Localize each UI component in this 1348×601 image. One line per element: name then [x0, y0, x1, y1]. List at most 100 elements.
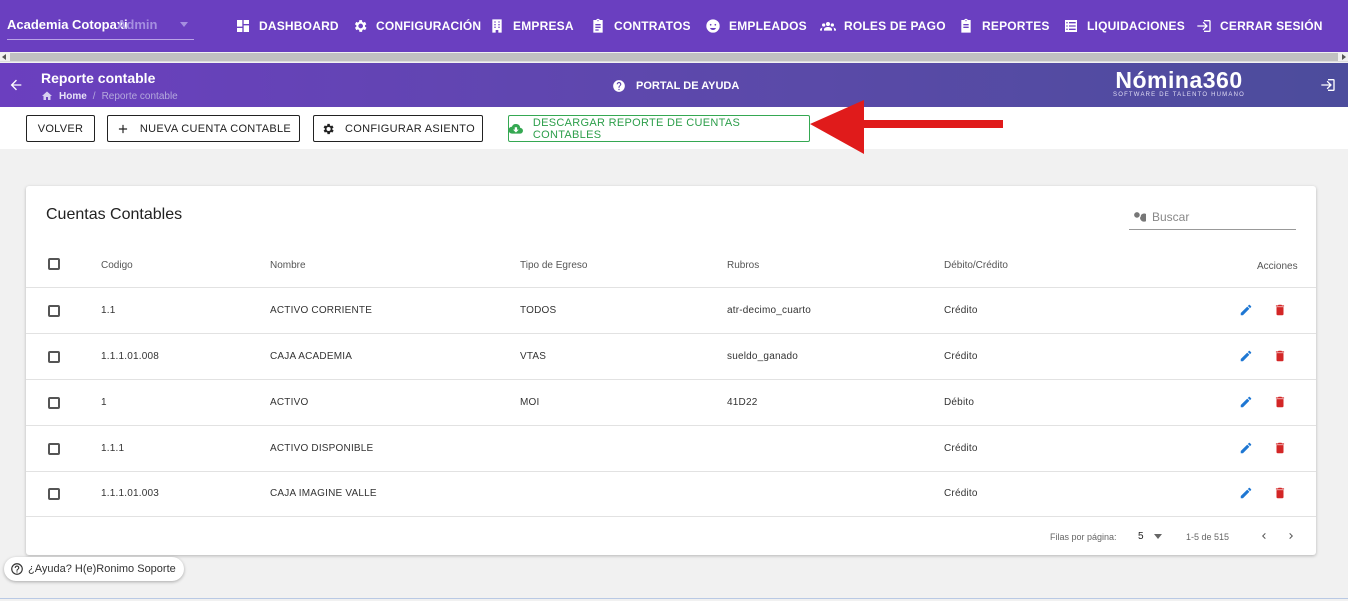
edit-button[interactable] [1239, 441, 1253, 455]
col-header-type[interactable]: Tipo de Egreso [520, 260, 587, 271]
cell-items: atr-decimo_cuarto [727, 305, 811, 316]
delete-button[interactable] [1273, 486, 1287, 500]
table-pagination: Filas por página: 5 1-5 de 515 [26, 516, 1316, 555]
row-checkbox[interactable] [48, 488, 60, 500]
gear-icon [323, 123, 334, 134]
cell-type: TODOS [520, 305, 557, 316]
breadcrumb: Home / Reporte contable [41, 90, 178, 102]
nav-roles-de-pago[interactable]: ROLES DE PAGO [820, 16, 946, 36]
col-header-code[interactable]: Codigo [101, 260, 133, 271]
cell-dc: Crédito [944, 351, 978, 362]
cell-type: VTAS [520, 351, 547, 362]
table-row: 1.1.1.01.003 CAJA IMAGINE VALLE Crédito [26, 471, 1316, 516]
trash-icon [1275, 487, 1285, 499]
new-account-button[interactable]: NUEVA CUENTA CONTABLE [107, 115, 300, 142]
trash-icon [1275, 442, 1285, 454]
logout-button[interactable] [1320, 77, 1336, 93]
row-checkbox[interactable] [48, 305, 60, 317]
search-field[interactable] [1129, 204, 1296, 230]
cell-name: ACTIVO CORRIENTE [270, 305, 373, 316]
delete-button[interactable] [1273, 441, 1287, 455]
help-portal-link[interactable]: PORTAL DE AYUDA [612, 79, 739, 93]
logout-icon [1321, 79, 1335, 91]
edit-button[interactable] [1239, 303, 1253, 317]
bottom-divider [0, 598, 1348, 599]
assignment-icon [961, 18, 971, 33]
row-checkbox[interactable] [48, 397, 60, 409]
nav-contratos[interactable]: CONTRATOS [590, 16, 691, 36]
nav-cerrar-sesion[interactable]: CERRAR SESIÓN [1196, 16, 1323, 36]
cell-name: CAJA IMAGINE VALLE [270, 488, 377, 499]
rows-per-page-label: Filas por página: [1050, 532, 1117, 542]
col-header-actions: Acciones [1257, 261, 1298, 272]
nav-dashboard-label: DASHBOARD [259, 19, 339, 33]
horizontal-scrollbar[interactable] [0, 52, 1348, 62]
prev-page-button[interactable] [1258, 530, 1270, 542]
breadcrumb-separator: / [92, 90, 96, 102]
nav-dashboard[interactable]: DASHBOARD [235, 16, 339, 36]
cell-dc: Crédito [944, 488, 978, 499]
nav-configuracion[interactable]: CONFIGURACIÓN [352, 16, 481, 36]
arrow-left-icon [10, 79, 22, 91]
cell-name: ACTIVO [270, 397, 309, 408]
back-button[interactable]: VOLVER [26, 115, 95, 142]
row-checkbox[interactable] [48, 351, 60, 363]
support-chip[interactable]: ¿Ayuda? H(e)Ronimo Soporte [4, 557, 184, 581]
search-icon [1134, 212, 1146, 222]
pagination-range: 1-5 de 515 [1186, 532, 1230, 542]
col-header-name[interactable]: Nombre [270, 260, 306, 271]
next-page-button[interactable] [1285, 530, 1297, 542]
home-icon [42, 91, 52, 100]
back-button-label: VOLVER [37, 122, 84, 135]
breadcrumb-home[interactable]: Home [59, 91, 87, 102]
nav-contratos-label: CONTRATOS [614, 19, 691, 33]
delete-button[interactable] [1273, 349, 1287, 363]
download-report-button[interactable]: DESCARGAR REPORTE DE CUENTAS CONTABLES [508, 115, 810, 142]
edit-button[interactable] [1239, 395, 1253, 409]
edit-button[interactable] [1239, 349, 1253, 363]
user-role: Admin [117, 17, 158, 32]
table-row: 1.1.1 ACTIVO DISPONIBLE Crédito [26, 425, 1316, 471]
table-row: 1.1 ACTIVO CORRIENTE TODOS atr-decimo_cu… [26, 287, 1316, 333]
nav-empleados[interactable]: EMPLEADOS [705, 16, 807, 36]
scroll-left-icon[interactable] [2, 54, 6, 60]
help-portal-label: PORTAL DE AYUDA [636, 80, 740, 92]
rows-per-page-select[interactable]: 5 [1138, 531, 1162, 542]
back-arrow-button[interactable] [8, 77, 24, 93]
pencil-icon [1240, 442, 1252, 454]
pencil-icon [1240, 304, 1252, 316]
search-input[interactable] [1152, 209, 1292, 224]
download-report-label: DESCARGAR REPORTE DE CUENTAS CONTABLES [532, 116, 741, 141]
edit-button[interactable] [1239, 486, 1253, 500]
scrollbar-thumb[interactable] [10, 53, 1338, 61]
cell-items: 41D22 [727, 397, 758, 408]
col-header-items[interactable]: Rubros [727, 260, 759, 271]
delete-button[interactable] [1273, 303, 1287, 317]
table-row: 1.1.1.01.008 CAJA ACADEMIA VTAS sueldo_g… [26, 333, 1316, 379]
nav-configuracion-label: CONFIGURACIÓN [376, 19, 482, 33]
row-checkbox[interactable] [48, 443, 60, 455]
chevron-right-icon [1289, 533, 1293, 539]
col-header-dc[interactable]: Débito/Crédito [944, 260, 1008, 271]
pencil-icon [1240, 350, 1252, 362]
company-selector[interactable]: Academia Cotopaxi Admin [7, 10, 194, 40]
trash-icon [1275, 396, 1285, 408]
logo-tagline: SOFTWARE DE TALENTO HUMANO [1113, 92, 1245, 98]
delete-button[interactable] [1273, 395, 1287, 409]
face-icon [706, 19, 720, 33]
select-all-checkbox[interactable] [48, 258, 60, 270]
accounts-card: Cuentas Contables Codigo Nombre Tipo de … [26, 186, 1316, 555]
building-icon [492, 19, 502, 33]
configure-entry-label: CONFIGURAR ASIENTO [345, 122, 475, 135]
nav-liquidaciones[interactable]: LIQUIDACIONES [1063, 16, 1185, 36]
scroll-right-icon[interactable] [1342, 54, 1346, 60]
nav-roles-label: ROLES DE PAGO [844, 19, 946, 33]
pencil-icon [1240, 396, 1252, 408]
configure-entry-button[interactable]: CONFIGURAR ASIENTO [313, 115, 483, 142]
cell-type: MOI [520, 397, 540, 408]
nav-empresa[interactable]: EMPRESA [489, 16, 574, 36]
chevron-down-icon [1153, 534, 1162, 539]
nav-cerrar-label: CERRAR SESIÓN [1220, 19, 1323, 33]
cell-code: 1.1.1.01.003 [101, 488, 160, 499]
nav-reportes[interactable]: REPORTES [958, 16, 1050, 36]
